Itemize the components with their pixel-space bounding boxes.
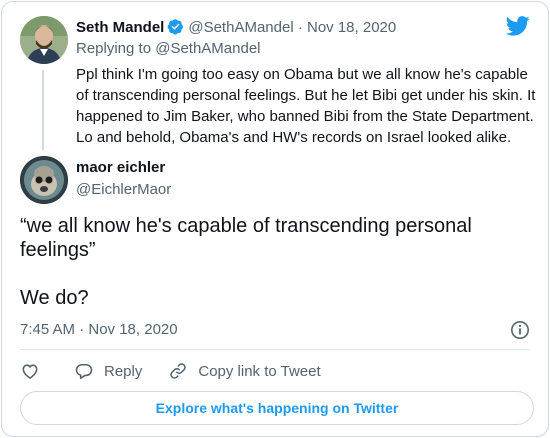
tweet-actions: Reply Copy link to Tweet xyxy=(20,358,321,384)
copy-link-label: Copy link to Tweet xyxy=(198,362,321,380)
author-handle[interactable]: @EichlerMaor xyxy=(76,181,171,199)
parent-tweet-text: Ppl think I'm going too easy on Obama bu… xyxy=(76,64,536,148)
explore-twitter-button[interactable]: Explore what's happening on Twitter xyxy=(20,391,534,425)
avatar[interactable] xyxy=(20,16,68,64)
tweet-embed-card: Seth Mandel @SethAMandel · Nov 18, 2020 R… xyxy=(1,1,549,437)
seth-mandel-avatar-image xyxy=(20,16,68,64)
tweet-text-line: “we all know he's capable of transcendin… xyxy=(20,215,472,237)
replying-to-handle-link[interactable]: @SethAMandel xyxy=(155,40,260,57)
info-icon[interactable] xyxy=(510,320,530,340)
tweet-text-line: Lo and behold, Obama's and HW's records … xyxy=(76,129,512,146)
tweet-text-line: Ppl think I'm going too easy on Obama bu… xyxy=(76,66,528,83)
heart-icon xyxy=(22,364,38,379)
like-button[interactable] xyxy=(20,361,40,381)
twitter-bird-icon[interactable] xyxy=(506,16,530,36)
header-separator: · xyxy=(297,19,303,36)
reply-bubble-icon xyxy=(75,363,93,380)
parent-tweet-header: Seth Mandel @SethAMandel · Nov 18, 2020 xyxy=(76,18,396,37)
avatar[interactable] xyxy=(20,156,68,204)
tweet-date[interactable]: Nov 18, 2020 xyxy=(307,19,396,36)
tweet-timestamp[interactable]: 7:45 AM · Nov 18, 2020 xyxy=(20,320,178,340)
author-name[interactable]: maor eichler xyxy=(76,159,165,177)
reply-button[interactable]: Reply xyxy=(74,361,142,381)
divider xyxy=(20,349,530,350)
main-tweet-text: “we all know he's capable of transcendin… xyxy=(20,214,534,310)
tweet-text-line: of transcending personal feelings. But h… xyxy=(76,87,536,104)
thread-connector-line xyxy=(42,70,44,150)
copy-link-button[interactable]: Copy link to Tweet xyxy=(168,361,321,381)
verified-badge-icon xyxy=(167,19,184,35)
tweet-text-line: happened to Jim Baker, who banned Bibi f… xyxy=(76,108,534,125)
reply-label: Reply xyxy=(104,362,143,380)
replying-to-prefix: Replying to xyxy=(76,40,152,57)
tweet-text-line: feelings” xyxy=(20,239,96,261)
author-name[interactable]: Seth Mandel xyxy=(76,19,164,36)
tweet-text-line: We do? xyxy=(20,287,89,309)
link-icon xyxy=(170,363,187,379)
replying-to: Replying to @SethAMandel xyxy=(76,40,261,58)
maor-eichler-avatar-image xyxy=(20,156,68,204)
author-handle[interactable]: @SethAMandel xyxy=(188,19,293,36)
